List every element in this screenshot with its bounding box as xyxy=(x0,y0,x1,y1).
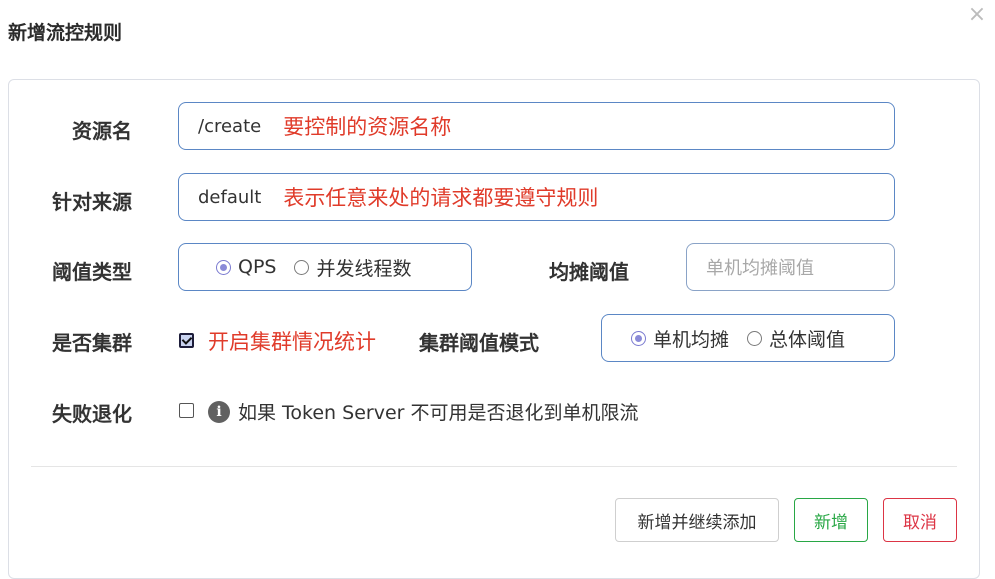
add-and-continue-button[interactable]: 新增并继续添加 xyxy=(615,498,779,542)
limit-app-annotation: 表示任意来处的请求都要遵守规则 xyxy=(283,186,599,210)
cancel-button[interactable]: 取消 xyxy=(883,498,957,542)
cluster-mode-label: 集群阈值模式 xyxy=(419,331,539,355)
cluster-mode-radio-group: 单机均摊 总体阈值 xyxy=(601,314,895,362)
resource-annotation: 要控制的资源名称 xyxy=(283,115,452,139)
resource-label: 资源名 xyxy=(72,119,132,143)
qps-radio[interactable] xyxy=(216,259,231,275)
resource-input[interactable]: /create 要控制的资源名称 xyxy=(178,102,895,150)
fallback-help: i 如果 Token Server 不可用是否退化到单机限流 xyxy=(208,398,639,425)
grade-label: 阈值类型 xyxy=(52,260,132,284)
shared-threshold-label: 均摊阈值 xyxy=(549,260,629,284)
qps-label: QPS xyxy=(238,256,277,278)
cluster-label: 是否集群 xyxy=(52,331,132,355)
global-radio[interactable] xyxy=(747,330,763,346)
close-icon[interactable]: × xyxy=(966,4,988,26)
avg-radio[interactable] xyxy=(631,330,646,346)
footer-divider xyxy=(31,466,957,467)
global-label: 总体阈值 xyxy=(769,328,846,351)
grade-radio-group: QPS 并发线程数 xyxy=(178,243,472,291)
fallback-text: 如果 Token Server 不可用是否退化到单机限流 xyxy=(238,402,639,424)
cluster-mode-option-global[interactable]: 总体阈值 xyxy=(747,325,845,352)
grade-option-threads[interactable]: 并发线程数 xyxy=(294,254,412,281)
threads-label: 并发线程数 xyxy=(316,257,412,280)
limit-app-label: 针对来源 xyxy=(52,190,132,214)
dialog-title: 新增流控规则 xyxy=(8,22,123,44)
limit-app-input[interactable]: default 表示任意来处的请求都要遵守规则 xyxy=(178,173,895,221)
add-button[interactable]: 新增 xyxy=(794,498,868,542)
limit-app-value: default xyxy=(198,186,262,208)
cluster-checkbox[interactable] xyxy=(179,333,194,348)
shared-threshold-input[interactable]: 单机均摊阈值 xyxy=(686,243,895,291)
fallback-checkbox[interactable] xyxy=(179,403,194,418)
cluster-annotation: 开启集群情况统计 xyxy=(208,330,376,354)
threads-radio[interactable] xyxy=(294,259,310,275)
info-icon: i xyxy=(208,400,230,423)
shared-threshold-placeholder: 单机均摊阈值 xyxy=(706,258,814,279)
resource-value: /create xyxy=(198,115,262,137)
fallback-label: 失败退化 xyxy=(52,402,132,426)
grade-option-qps[interactable]: QPS xyxy=(216,256,276,278)
cluster-mode-option-avg[interactable]: 单机均摊 xyxy=(631,325,729,352)
avg-label: 单机均摊 xyxy=(653,328,730,351)
